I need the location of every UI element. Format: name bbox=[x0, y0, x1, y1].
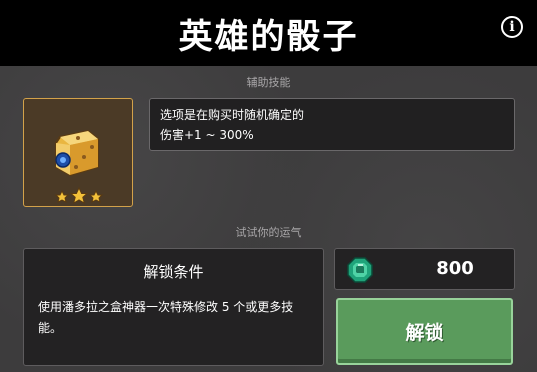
page-title: 英雄的骰子 bbox=[178, 16, 359, 57]
unlock-condition-text: 使用潘多拉之盒神器一次特殊修改 5 个或更多技能。 bbox=[38, 300, 294, 335]
info-icon[interactable]: i bbox=[501, 16, 523, 38]
luck-section-label: 试试你的运气 bbox=[235, 226, 302, 239]
star-icon bbox=[88, 189, 104, 203]
price-panel: 800 bbox=[334, 248, 515, 290]
golden-die-icon bbox=[55, 129, 99, 177]
description-line: 选项是在购买时随机确定的 bbox=[160, 108, 305, 122]
item-description: 选项是在购买时随机确定的 伤害+1 ~ 300% bbox=[149, 98, 515, 151]
unlock-condition-title: 解锁条件 bbox=[143, 263, 204, 281]
gem-icon bbox=[347, 257, 373, 283]
unlock-button-label: 解锁 bbox=[405, 322, 444, 344]
skill-section-label: 辅助技能 bbox=[246, 76, 291, 89]
price-amount: 800 bbox=[436, 258, 474, 279]
title-bar: 英雄的骰子 i bbox=[0, 0, 537, 66]
description-line: 伤害+1 ~ 300% bbox=[160, 128, 254, 142]
item-card bbox=[23, 98, 133, 207]
star-rating bbox=[54, 187, 104, 205]
unlock-button[interactable]: 解锁 bbox=[336, 298, 513, 365]
star-icon bbox=[54, 189, 70, 203]
unlock-condition-panel: 解锁条件 使用潘多拉之盒神器一次特殊修改 5 个或更多技能。 bbox=[23, 248, 324, 366]
star-icon bbox=[69, 187, 89, 205]
